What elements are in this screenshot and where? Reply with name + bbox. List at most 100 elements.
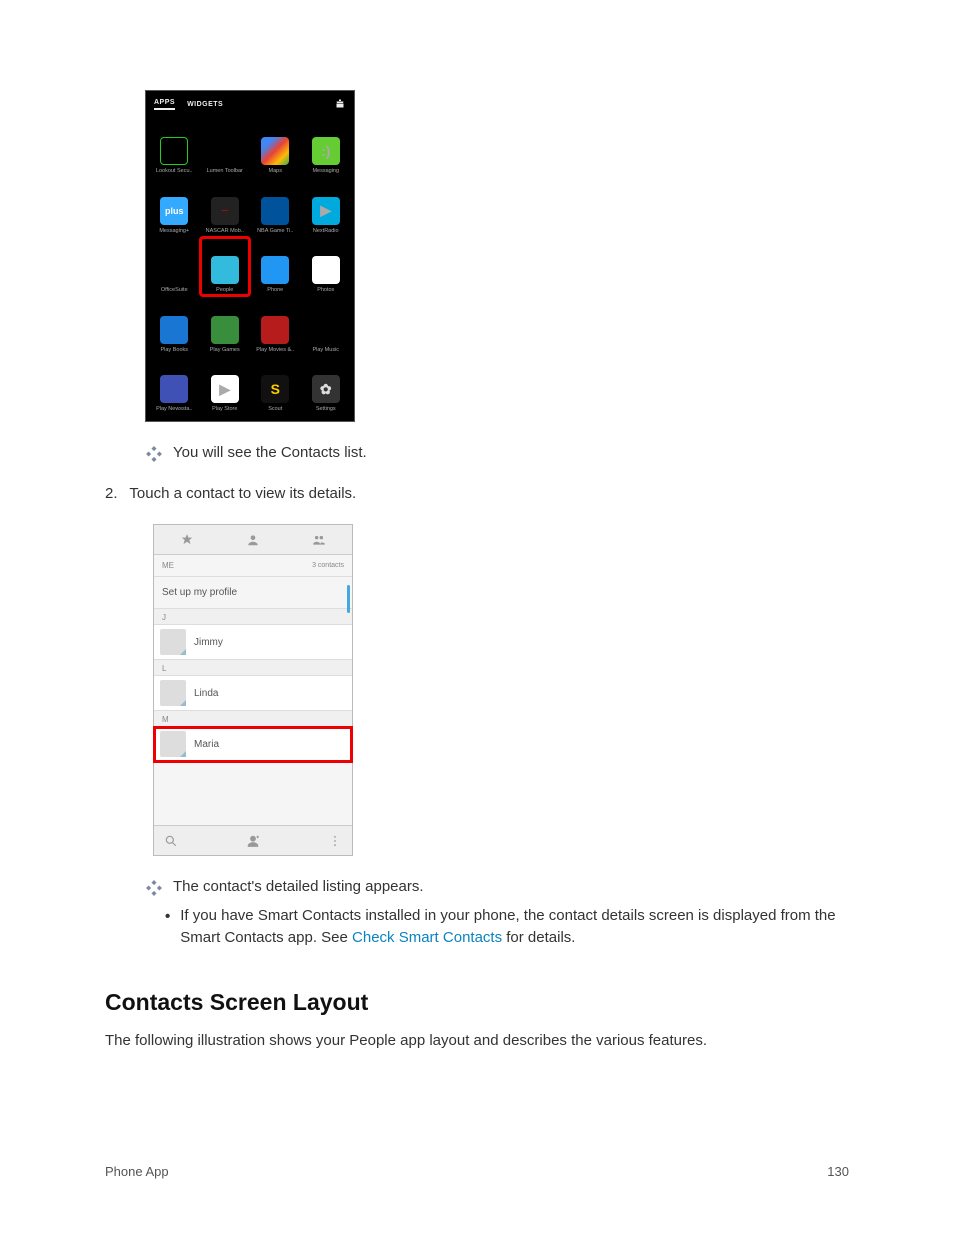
app-icon [261, 256, 289, 284]
contacts-tab-favorites[interactable] [154, 525, 220, 554]
contacts-screenshot: ME 3 contacts Set up my profile JJimmyL L… [153, 524, 353, 856]
app-icon [160, 316, 188, 344]
scroll-indicator [347, 585, 350, 613]
footer-page-number: 130 [827, 1164, 849, 1179]
app-item-messaging[interactable]: plus Messaging+ [150, 178, 199, 235]
section-description: The following illustration shows your Pe… [105, 1030, 849, 1051]
bullet1-text: You will see the Contacts list. [173, 444, 367, 461]
app-icon [261, 316, 289, 344]
diamond-bullet-icon [145, 445, 163, 463]
app-item-play-movies[interactable]: Play Movies &.. [251, 297, 300, 354]
app-label: Play Music [312, 347, 339, 353]
app-label: Play Games [210, 347, 240, 353]
footer-section: Phone App [105, 1164, 169, 1179]
shop-icon[interactable] [334, 98, 346, 110]
app-item-officesuite[interactable]: OfficeSuite [150, 238, 199, 295]
app-label: Lumen Toolbar [207, 168, 243, 174]
app-icon [261, 197, 289, 225]
app-label: Settings [316, 406, 336, 412]
section-heading: Contacts Screen Layout [105, 989, 849, 1016]
app-icon [261, 137, 289, 165]
app-label: Play Store [212, 406, 237, 412]
app-item-play-books[interactable]: Play Books [150, 297, 199, 354]
app-item-maps[interactable]: Maps [251, 119, 300, 176]
app-icon: :) [312, 137, 340, 165]
contact-name: Linda [194, 688, 218, 699]
app-label: NASCAR Mob.. [206, 228, 244, 234]
diamond-bullet-icon [145, 879, 163, 897]
app-icon: — [211, 197, 239, 225]
apps-tab-widgets[interactable]: WIDGETS [187, 101, 223, 108]
app-item-play-games[interactable]: Play Games [201, 297, 250, 354]
app-label: OfficeSuite [161, 287, 188, 293]
contact-name: Maria [194, 739, 219, 750]
app-label: Lookout Secu.. [156, 168, 193, 174]
app-item-play-music[interactable]: Play Music [302, 297, 351, 354]
contacts-section-header: L [154, 660, 352, 676]
app-label: NextRadio [313, 228, 339, 234]
result-bullet-2: The contact's detailed listing appears. [145, 878, 849, 897]
sub-bullet-smart-contacts: If you have Smart Contacts installed in … [165, 905, 849, 949]
apps-tab-apps[interactable]: APPS [154, 99, 175, 110]
app-icon: S [261, 375, 289, 403]
app-label: Play Movies &.. [256, 347, 294, 353]
app-item-nascar-mob[interactable]: — NASCAR Mob.. [201, 178, 250, 235]
contact-row-linda[interactable]: Linda [154, 676, 352, 711]
app-item-play-newssta[interactable]: Play Newssta.. [150, 357, 199, 414]
app-icon: ▶ [211, 375, 239, 403]
app-icon [211, 137, 239, 165]
setup-profile-row[interactable]: Set up my profile [154, 577, 352, 609]
app-icon: ✿ [312, 375, 340, 403]
result-bullet-1: You will see the Contacts list. [145, 444, 849, 463]
app-icon [312, 256, 340, 284]
contact-row-jimmy[interactable]: Jimmy [154, 625, 352, 660]
avatar [160, 680, 186, 706]
app-item-play-store[interactable]: ▶ Play Store [201, 357, 250, 414]
app-item-phone[interactable]: Phone [251, 238, 300, 295]
contacts-count: 3 contacts [312, 562, 344, 569]
app-icon [211, 256, 239, 284]
app-item-nba-game-ti[interactable]: NBA Game Ti.. [251, 178, 300, 235]
avatar [160, 629, 186, 655]
step2-number: 2. [105, 485, 118, 502]
app-icon [160, 256, 188, 284]
app-label: Messaging [312, 168, 339, 174]
avatar [160, 731, 186, 757]
bullet2-text: The contact's detailed listing appears. [173, 878, 424, 895]
app-label: Messaging+ [159, 228, 189, 234]
contacts-tab-groups[interactable] [286, 525, 352, 554]
app-label: NBA Game Ti.. [257, 228, 293, 234]
app-icon [160, 137, 188, 165]
app-label: Phone [267, 287, 283, 293]
app-label: Maps [269, 168, 282, 174]
app-item-lookout-secu[interactable]: Lookout Secu.. [150, 119, 199, 176]
sub-suffix: for details. [502, 929, 575, 946]
app-item-people[interactable]: People [201, 238, 250, 295]
app-label: Scout [268, 406, 282, 412]
app-label: Photos [317, 287, 334, 293]
check-smart-contacts-link[interactable]: Check Smart Contacts [352, 929, 502, 946]
contacts-section-header: M [154, 711, 352, 727]
app-icon: plus [160, 197, 188, 225]
contacts-section-header: J [154, 609, 352, 625]
app-icon [211, 316, 239, 344]
app-item-scout[interactable]: S Scout [251, 357, 300, 414]
app-item-messaging[interactable]: :) Messaging [302, 119, 351, 176]
overflow-menu-icon[interactable] [328, 834, 342, 848]
app-icon: ▶ [312, 197, 340, 225]
app-icon [312, 316, 340, 344]
app-label: People [216, 287, 233, 293]
app-label: Play Newssta.. [156, 406, 192, 412]
apps-screenshot: APPS WIDGETS Lookout Secu.. Lumen Toolbar… [145, 90, 355, 422]
app-item-photos[interactable]: Photos [302, 238, 351, 295]
app-item-settings[interactable]: ✿ Settings [302, 357, 351, 414]
app-item-lumen-toolbar[interactable]: Lumen Toolbar [201, 119, 250, 176]
step2-text: Touch a contact to view its details. [129, 485, 356, 502]
contacts-tab-all[interactable] [220, 525, 286, 554]
contact-row-maria[interactable]: Maria [154, 727, 352, 762]
add-contact-icon[interactable] [246, 834, 260, 848]
contacts-me-label: ME [162, 561, 174, 570]
app-icon [160, 375, 188, 403]
search-icon[interactable] [164, 834, 178, 848]
app-item-nextradio[interactable]: ▶ NextRadio [302, 178, 351, 235]
